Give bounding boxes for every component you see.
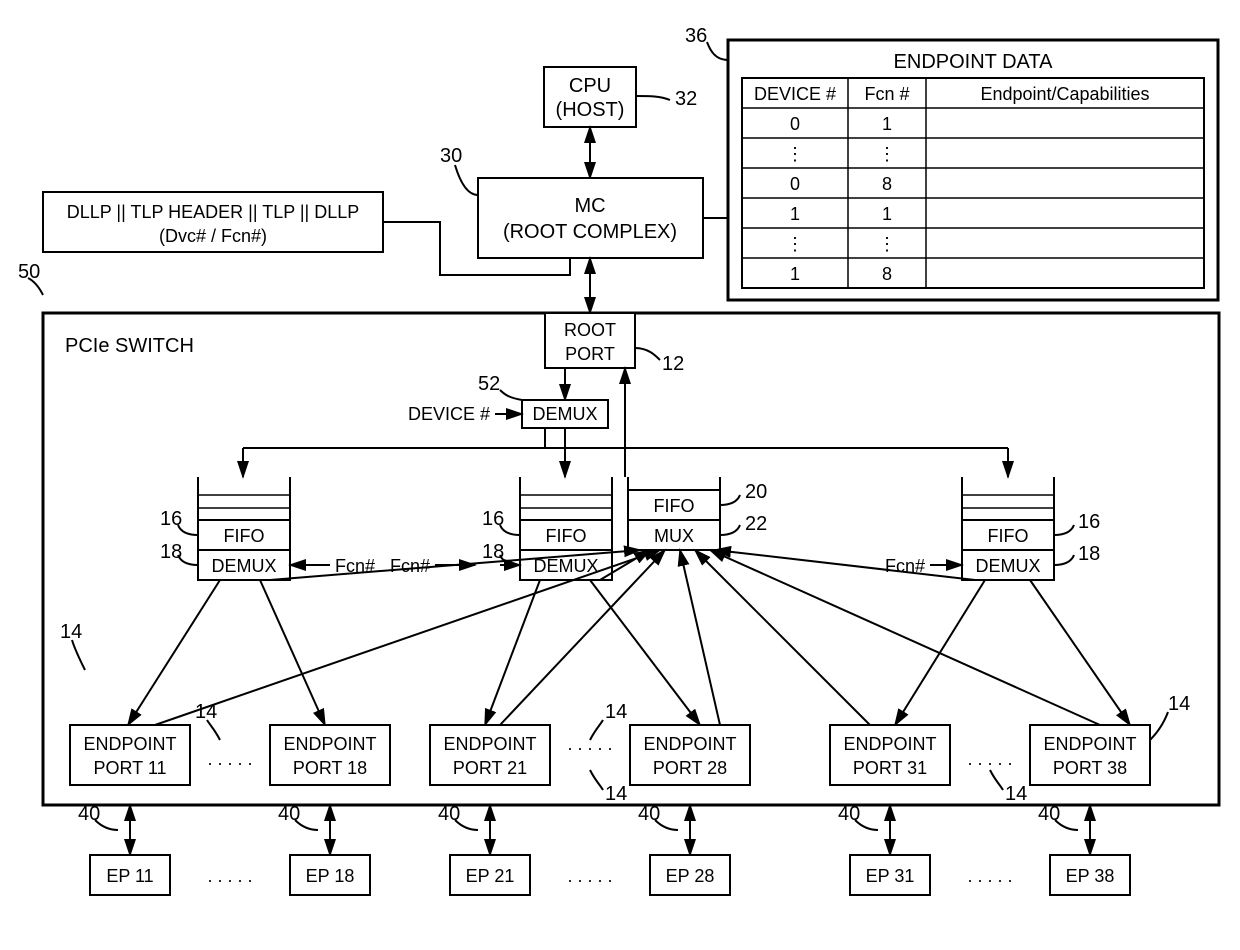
svg-text:MUX: MUX	[654, 526, 694, 546]
svg-text:. . . . .: . . . . .	[567, 734, 612, 754]
mc-label-1: MC	[574, 195, 605, 217]
svg-text:14: 14	[1005, 783, 1027, 805]
endpoint-ref-line	[707, 42, 728, 60]
svg-text:EP 11: EP 11	[106, 866, 153, 886]
svg-text:DEMUX: DEMUX	[975, 556, 1040, 576]
svg-text:1: 1	[790, 264, 800, 284]
svg-text:EP 28: EP 28	[666, 866, 715, 886]
svg-text:Endpoint/Capabilities: Endpoint/Capabilities	[980, 84, 1149, 104]
svg-text:PORT 11: PORT 11	[93, 758, 166, 778]
mc-box	[478, 178, 703, 258]
pcie-switch-label: PCIe SWITCH	[65, 335, 194, 357]
svg-text:DEMUX: DEMUX	[211, 556, 276, 576]
svg-text:⋮: ⋮	[786, 144, 804, 164]
svg-text:FIFO: FIFO	[224, 526, 265, 546]
cpu-label-2: (HOST)	[556, 99, 625, 121]
svg-text:EP 18: EP 18	[306, 866, 355, 886]
svg-text:40: 40	[78, 803, 100, 825]
mc-ref-line	[455, 165, 478, 195]
svg-text:18: 18	[160, 541, 182, 563]
svg-text:16: 16	[482, 508, 504, 530]
svg-text:ENDPOINT: ENDPOINT	[1043, 734, 1136, 754]
svg-text:40: 40	[638, 803, 660, 825]
svg-text:ROOT: ROOT	[564, 320, 616, 340]
endpoint-data-title: ENDPOINT DATA	[894, 51, 1054, 73]
packet-text: DLLP || TLP HEADER || TLP || DLLP	[67, 202, 360, 222]
cpu-ref: 32	[675, 88, 697, 110]
cpu-ref-line	[636, 96, 670, 100]
svg-text:16: 16	[160, 508, 182, 530]
svg-text:. . . . .: . . . . .	[567, 866, 612, 886]
svg-text:12: 12	[662, 353, 684, 375]
packet-sub: (Dvc# / Fcn#)	[159, 226, 267, 246]
svg-text:14: 14	[1168, 693, 1190, 715]
svg-text:PORT 38: PORT 38	[1053, 758, 1127, 778]
svg-text:8: 8	[882, 174, 892, 194]
svg-text:52: 52	[478, 373, 500, 395]
svg-text:⋮: ⋮	[878, 234, 896, 254]
svg-text:PORT: PORT	[565, 344, 615, 364]
svg-text:1: 1	[882, 114, 892, 134]
svg-text:14: 14	[605, 701, 627, 723]
svg-text:DEMUX: DEMUX	[533, 556, 598, 576]
svg-text:EP 21: EP 21	[466, 866, 515, 886]
svg-text:14: 14	[195, 701, 217, 723]
svg-text:PORT 28: PORT 28	[653, 758, 727, 778]
svg-text:PORT 31: PORT 31	[853, 758, 927, 778]
svg-text:ENDPOINT: ENDPOINT	[283, 734, 376, 754]
svg-text:20: 20	[745, 481, 767, 503]
svg-text:DEVICE #: DEVICE #	[754, 84, 836, 104]
svg-text:ENDPOINT: ENDPOINT	[443, 734, 536, 754]
svg-text:1: 1	[790, 204, 800, 224]
endpoint-data-ref: 36	[685, 25, 707, 47]
svg-text:22: 22	[745, 513, 767, 535]
svg-text:DEVICE #: DEVICE #	[408, 404, 490, 424]
svg-text:1: 1	[882, 204, 892, 224]
svg-text:40: 40	[838, 803, 860, 825]
svg-text:ENDPOINT: ENDPOINT	[83, 734, 176, 754]
svg-text:DEMUX: DEMUX	[532, 404, 597, 424]
svg-text:⋮: ⋮	[878, 144, 896, 164]
svg-text:. . . . .: . . . . .	[207, 749, 252, 769]
svg-text:Fcn#: Fcn#	[390, 556, 430, 576]
svg-text:ENDPOINT: ENDPOINT	[643, 734, 736, 754]
pcie-diagram: CPU (HOST) 32 MC (ROOT COMPLEX) 30 ENDPO…	[0, 0, 1240, 945]
svg-text:14: 14	[60, 621, 82, 643]
svg-text:FIFO: FIFO	[988, 526, 1029, 546]
svg-text:40: 40	[1038, 803, 1060, 825]
svg-text:PORT 21: PORT 21	[453, 758, 527, 778]
svg-text:. . . . .: . . . . .	[967, 749, 1012, 769]
endpoint-table: DEVICE # Fcn # Endpoint/Capabilities 0 1…	[742, 78, 1204, 288]
svg-text:. . . . .: . . . . .	[967, 866, 1012, 886]
svg-text:PORT 18: PORT 18	[293, 758, 367, 778]
svg-text:0: 0	[790, 114, 800, 134]
svg-text:Fcn #: Fcn #	[864, 84, 909, 104]
svg-text:40: 40	[438, 803, 460, 825]
svg-text:. . . . .: . . . . .	[207, 866, 252, 886]
svg-text:40: 40	[278, 803, 300, 825]
svg-text:16: 16	[1078, 511, 1100, 533]
svg-text:0: 0	[790, 174, 800, 194]
cpu-label-1: CPU	[569, 75, 611, 97]
svg-text:8: 8	[882, 264, 892, 284]
ep-row: 40 EP 11 . . . . . 40 EP 18 40 EP 21 . .…	[78, 803, 1130, 895]
mc-ref: 30	[440, 145, 462, 167]
svg-text:FIFO: FIFO	[546, 526, 587, 546]
svg-text:18: 18	[482, 541, 504, 563]
svg-text:FIFO: FIFO	[654, 496, 695, 516]
svg-text:EP 31: EP 31	[866, 866, 915, 886]
svg-text:ENDPOINT: ENDPOINT	[843, 734, 936, 754]
svg-text:18: 18	[1078, 543, 1100, 565]
switch-ref: 50	[18, 261, 40, 283]
svg-text:EP 38: EP 38	[1066, 866, 1115, 886]
svg-text:14: 14	[605, 783, 627, 805]
mc-label-2: (ROOT COMPLEX)	[503, 221, 677, 243]
svg-text:⋮: ⋮	[786, 234, 804, 254]
